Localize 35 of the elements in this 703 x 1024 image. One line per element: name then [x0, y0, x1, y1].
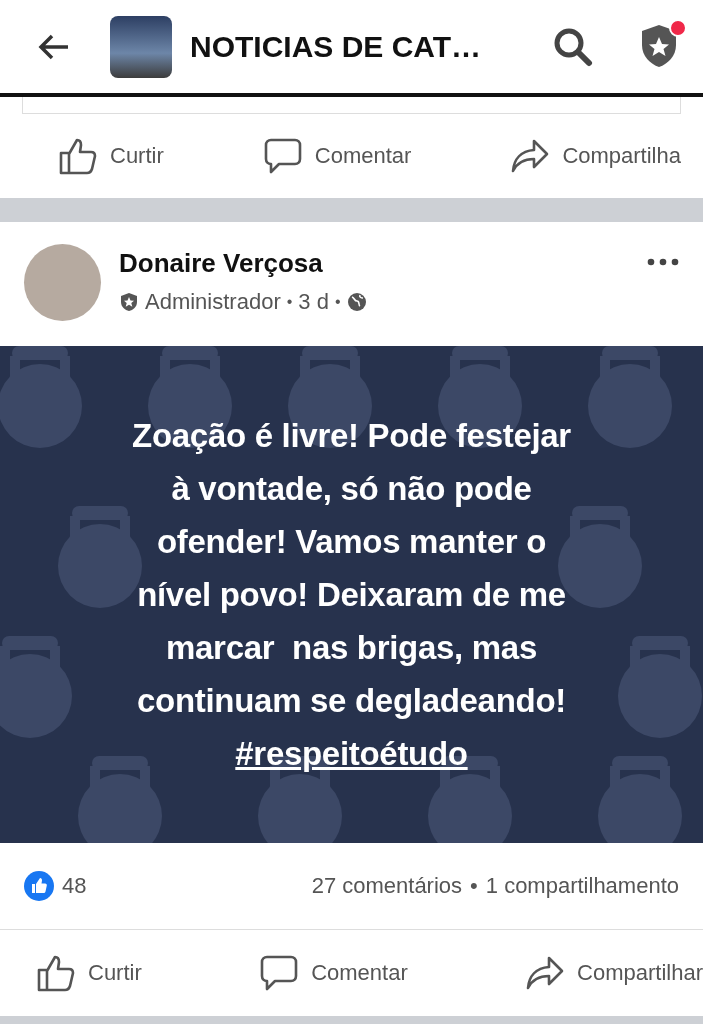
share-count[interactable]: 1 compartilhamento	[485, 873, 679, 899]
globe-icon	[346, 292, 367, 312]
separator-dot: •	[470, 873, 478, 899]
separator-dot: •	[334, 293, 341, 311]
comment-count[interactable]: 27 comentários	[311, 873, 463, 899]
role-label: Administrador	[145, 289, 281, 315]
post-text-line: Zoação é livre! Pode festejar	[132, 416, 571, 456]
post-text-line: ofender! Vamos manter o	[156, 522, 547, 562]
more-options-icon[interactable]	[647, 258, 679, 266]
badge-icon	[119, 292, 139, 312]
hashtag-link[interactable]: #respeitoétudo	[235, 727, 468, 780]
post-text-line: continuam se degladeando!	[137, 681, 566, 721]
group-photo-placeholder	[110, 15, 172, 78]
post-text-line: à vontade, só não pode	[171, 469, 532, 509]
like-button[interactable]: Curtir	[0, 953, 142, 993]
share-button[interactable]: Compartilha	[474, 136, 681, 176]
speech-bubble-icon	[262, 136, 303, 176]
share-button[interactable]: Compartilhar	[489, 953, 703, 993]
search-icon[interactable]	[553, 26, 593, 67]
post-text-line: nível povo! Deixaram de me	[137, 575, 566, 615]
post-time[interactable]: 3 d	[298, 289, 329, 315]
reaction-count[interactable]: 48	[62, 873, 87, 899]
speech-bubble-icon	[259, 953, 300, 993]
back-arrow-icon[interactable]	[38, 32, 70, 61]
like-reaction-icon[interactable]	[24, 871, 54, 901]
thumbs-up-icon	[58, 136, 98, 176]
group-title[interactable]: NOTICIAS DE CAT…	[190, 29, 482, 64]
separator-dot: •	[286, 293, 293, 311]
thumbs-up-icon	[36, 953, 76, 993]
like-button[interactable]: Curtir	[22, 136, 164, 176]
shield-star-icon[interactable]	[639, 22, 679, 69]
comment-button[interactable]: Comentar	[223, 953, 408, 993]
post-text-line: marcar nas brigas, mas	[166, 628, 537, 668]
comment-button[interactable]: Comentar	[226, 136, 412, 176]
author-name[interactable]: Donaire Verçosa	[119, 248, 367, 279]
